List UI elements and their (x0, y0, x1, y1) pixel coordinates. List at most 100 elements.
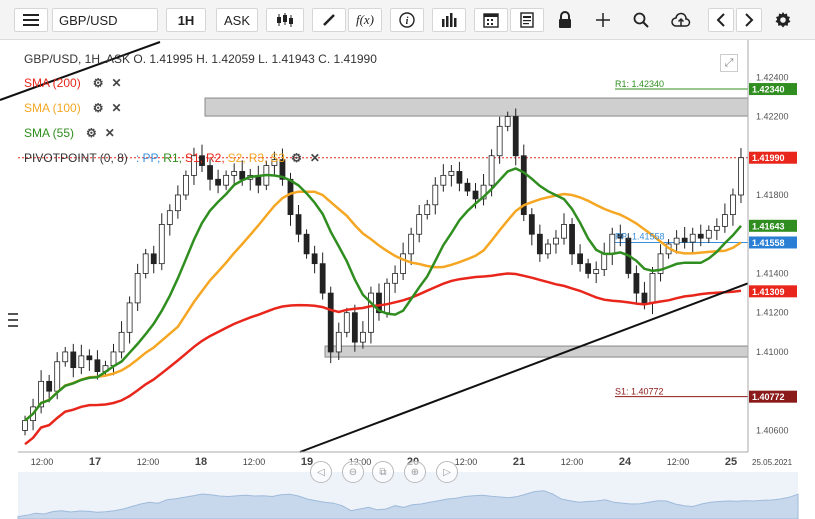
candle (343, 312, 350, 333)
candle (681, 237, 688, 243)
time-tick-label: 12:00 (561, 457, 584, 467)
close-icon[interactable]: ✕ (111, 101, 121, 115)
news-button[interactable] (510, 8, 544, 32)
hamburger-icon (23, 14, 39, 26)
interval-select[interactable]: 1H (166, 8, 206, 32)
candle (496, 125, 503, 157)
drag-handle-icon[interactable] (8, 310, 18, 330)
candle (54, 361, 61, 392)
legend-pivotpoint-label: PIVOTPOINT (0, 8) (24, 151, 128, 165)
legend-sma-55-label: SMA (55) (24, 126, 75, 140)
candle (287, 178, 294, 216)
price-chart[interactable]: R1: 1.42340 S1: 1.40772 PP: 1.41558 1.42400… (0, 40, 815, 519)
candle (408, 233, 415, 255)
candle (174, 194, 181, 212)
scroll-left-button[interactable] (708, 8, 734, 32)
candle (134, 273, 141, 304)
candle (697, 233, 704, 239)
reset-zoom-button[interactable]: ⧉ (372, 461, 394, 483)
candle (311, 253, 318, 265)
price-tag-label: 1.41643 (752, 221, 785, 231)
volume-button[interactable] (432, 8, 466, 32)
candle (577, 253, 583, 265)
candle (593, 269, 600, 274)
time-tick-label: 12:00 (31, 457, 54, 467)
symbol-input[interactable]: GBP/USD (52, 8, 158, 32)
calendar-button[interactable] (474, 8, 508, 32)
close-icon[interactable]: ✕ (105, 126, 115, 140)
legend-sma-100: SMA (100) ⚙ ✕ (24, 101, 122, 115)
candle (150, 253, 157, 265)
candle (215, 178, 221, 186)
resistance-zone (204, 97, 749, 117)
settings-button[interactable] (770, 8, 796, 32)
candle (400, 253, 407, 274)
document-icon (519, 12, 535, 28)
close-icon[interactable]: ✕ (111, 76, 121, 90)
lock-button[interactable] (552, 8, 578, 32)
candle (183, 174, 189, 196)
magnifier-icon (633, 12, 649, 28)
time-tick-label: 12:00 (667, 457, 690, 467)
time-tick-label: 12:00 (243, 457, 266, 467)
candle (110, 351, 117, 367)
scroll-right-button[interactable] (736, 8, 762, 32)
candle (432, 184, 439, 206)
candle (126, 302, 133, 333)
candle (472, 190, 479, 200)
price-tag-label: 1.42340 (752, 85, 785, 95)
chevron-left-icon: ◁ (317, 466, 325, 478)
zoom-button[interactable] (626, 8, 656, 32)
bar-chart-icon (441, 13, 457, 27)
pivot-part: S3 (270, 151, 286, 165)
chart-area[interactable]: R1: 1.42340 S1: 1.40772 PP: 1.41558 1.42400… (0, 40, 815, 519)
gear-icon[interactable]: ⚙ (86, 126, 97, 140)
price-tag-label: 1.41990 (752, 153, 785, 163)
ohlc-header: GBP/USD, 1H, ASK O. 1.41995 H. 1.42059 L… (24, 52, 377, 66)
legend-pivotpoint: PIVOTPOINT (0, 8) : PP, R1, S1, R2, S2, … (24, 151, 320, 165)
ohlc-text: GBP/USD, 1H, ASK O. 1.41995 H. 1.42059 L… (24, 52, 377, 66)
price-tag-label: 1.40772 (752, 392, 785, 402)
price-type-select[interactable]: ASK (216, 8, 258, 32)
gear-icon[interactable]: ⚙ (93, 101, 104, 115)
time-tick-label: 24 (619, 456, 632, 468)
pivot-part: R3, (248, 151, 268, 165)
candle (689, 233, 696, 243)
gear-icon[interactable]: ⚙ (93, 76, 104, 90)
price-tick-label: 1.42200 (756, 112, 789, 122)
legend-sma-100-label: SMA (100) (24, 101, 81, 115)
lock-icon (558, 11, 572, 29)
chart-type-button[interactable] (266, 8, 304, 32)
candle (440, 174, 447, 186)
crosshair-button[interactable] (588, 8, 618, 32)
drawing-tool-button[interactable] (312, 8, 346, 32)
candle (319, 263, 326, 294)
menu-button[interactable] (14, 8, 48, 32)
candle (488, 155, 495, 186)
candle (368, 292, 374, 333)
expand-icon[interactable]: ⤢ (720, 54, 738, 72)
candle (641, 292, 648, 304)
zoom-out-button[interactable]: ⊖ (342, 461, 364, 483)
pivot-r1-label: R1: 1.42340 (615, 79, 664, 89)
pencil-icon (322, 13, 336, 27)
nav-forward-button[interactable]: ▷ (436, 461, 458, 483)
calendar-icon (483, 12, 499, 28)
price-tick-label: 1.40600 (756, 425, 789, 435)
upload-button[interactable] (664, 8, 698, 32)
candle (528, 214, 535, 235)
candle (713, 225, 720, 231)
close-icon[interactable]: ✕ (310, 151, 320, 165)
pivot-s1-label: S1: 1.40772 (615, 387, 664, 397)
pivot-part: S1, (184, 151, 203, 165)
candle (512, 116, 519, 157)
gear-icon[interactable]: ⚙ (291, 151, 302, 165)
nav-back-button[interactable]: ◁ (310, 461, 332, 483)
time-tick-label: 18 (195, 456, 207, 468)
info-button[interactable]: i (390, 8, 424, 32)
zoom-in-button[interactable]: ⊕ (404, 461, 426, 483)
candle (448, 171, 455, 176)
candle (335, 331, 342, 353)
cloud-upload-icon (671, 12, 691, 28)
indicators-button[interactable]: f(x) (348, 8, 382, 32)
